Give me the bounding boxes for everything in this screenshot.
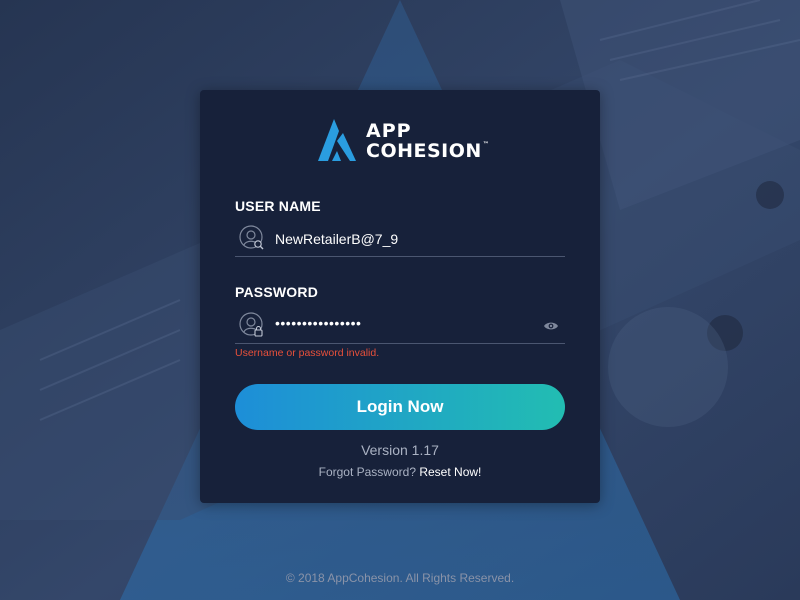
username-field[interactable]: NewRetailerB@7_9 [235, 221, 565, 257]
reset-now-link[interactable]: Reset Now! [419, 465, 481, 479]
login-page: APP COHESION™ USER NAME NewRetailerB@7_9… [0, 0, 800, 600]
password-input[interactable]: •••••••••••••••• [275, 315, 361, 331]
app-logo: APP COHESION™ [316, 115, 490, 167]
version-label: Version 1.17 [361, 442, 439, 458]
error-message: Username or password invalid. [235, 347, 380, 359]
copyright-footer: © 2018 AppCohesion. All Rights Reserved. [285, 571, 515, 585]
username-label: USER NAME [235, 198, 321, 214]
login-card: APP COHESION™ USER NAME NewRetailerB@7_9… [200, 90, 600, 503]
password-field[interactable]: •••••••••••••••• [235, 308, 565, 344]
user-lock-icon [239, 312, 263, 337]
username-input[interactable]: NewRetailerB@7_9 [275, 231, 398, 247]
login-button[interactable]: Login Now [235, 384, 565, 430]
logo-wordmark: APP COHESION™ [366, 120, 490, 162]
forgot-password-text: Forgot Password? [318, 465, 416, 479]
eye-icon[interactable] [543, 320, 559, 332]
password-label: PASSWORD [235, 284, 319, 300]
logo-mark-icon [318, 119, 356, 161]
user-search-icon [239, 225, 264, 250]
forgot-password-row: Forgot Password? Reset Now! [200, 465, 600, 479]
